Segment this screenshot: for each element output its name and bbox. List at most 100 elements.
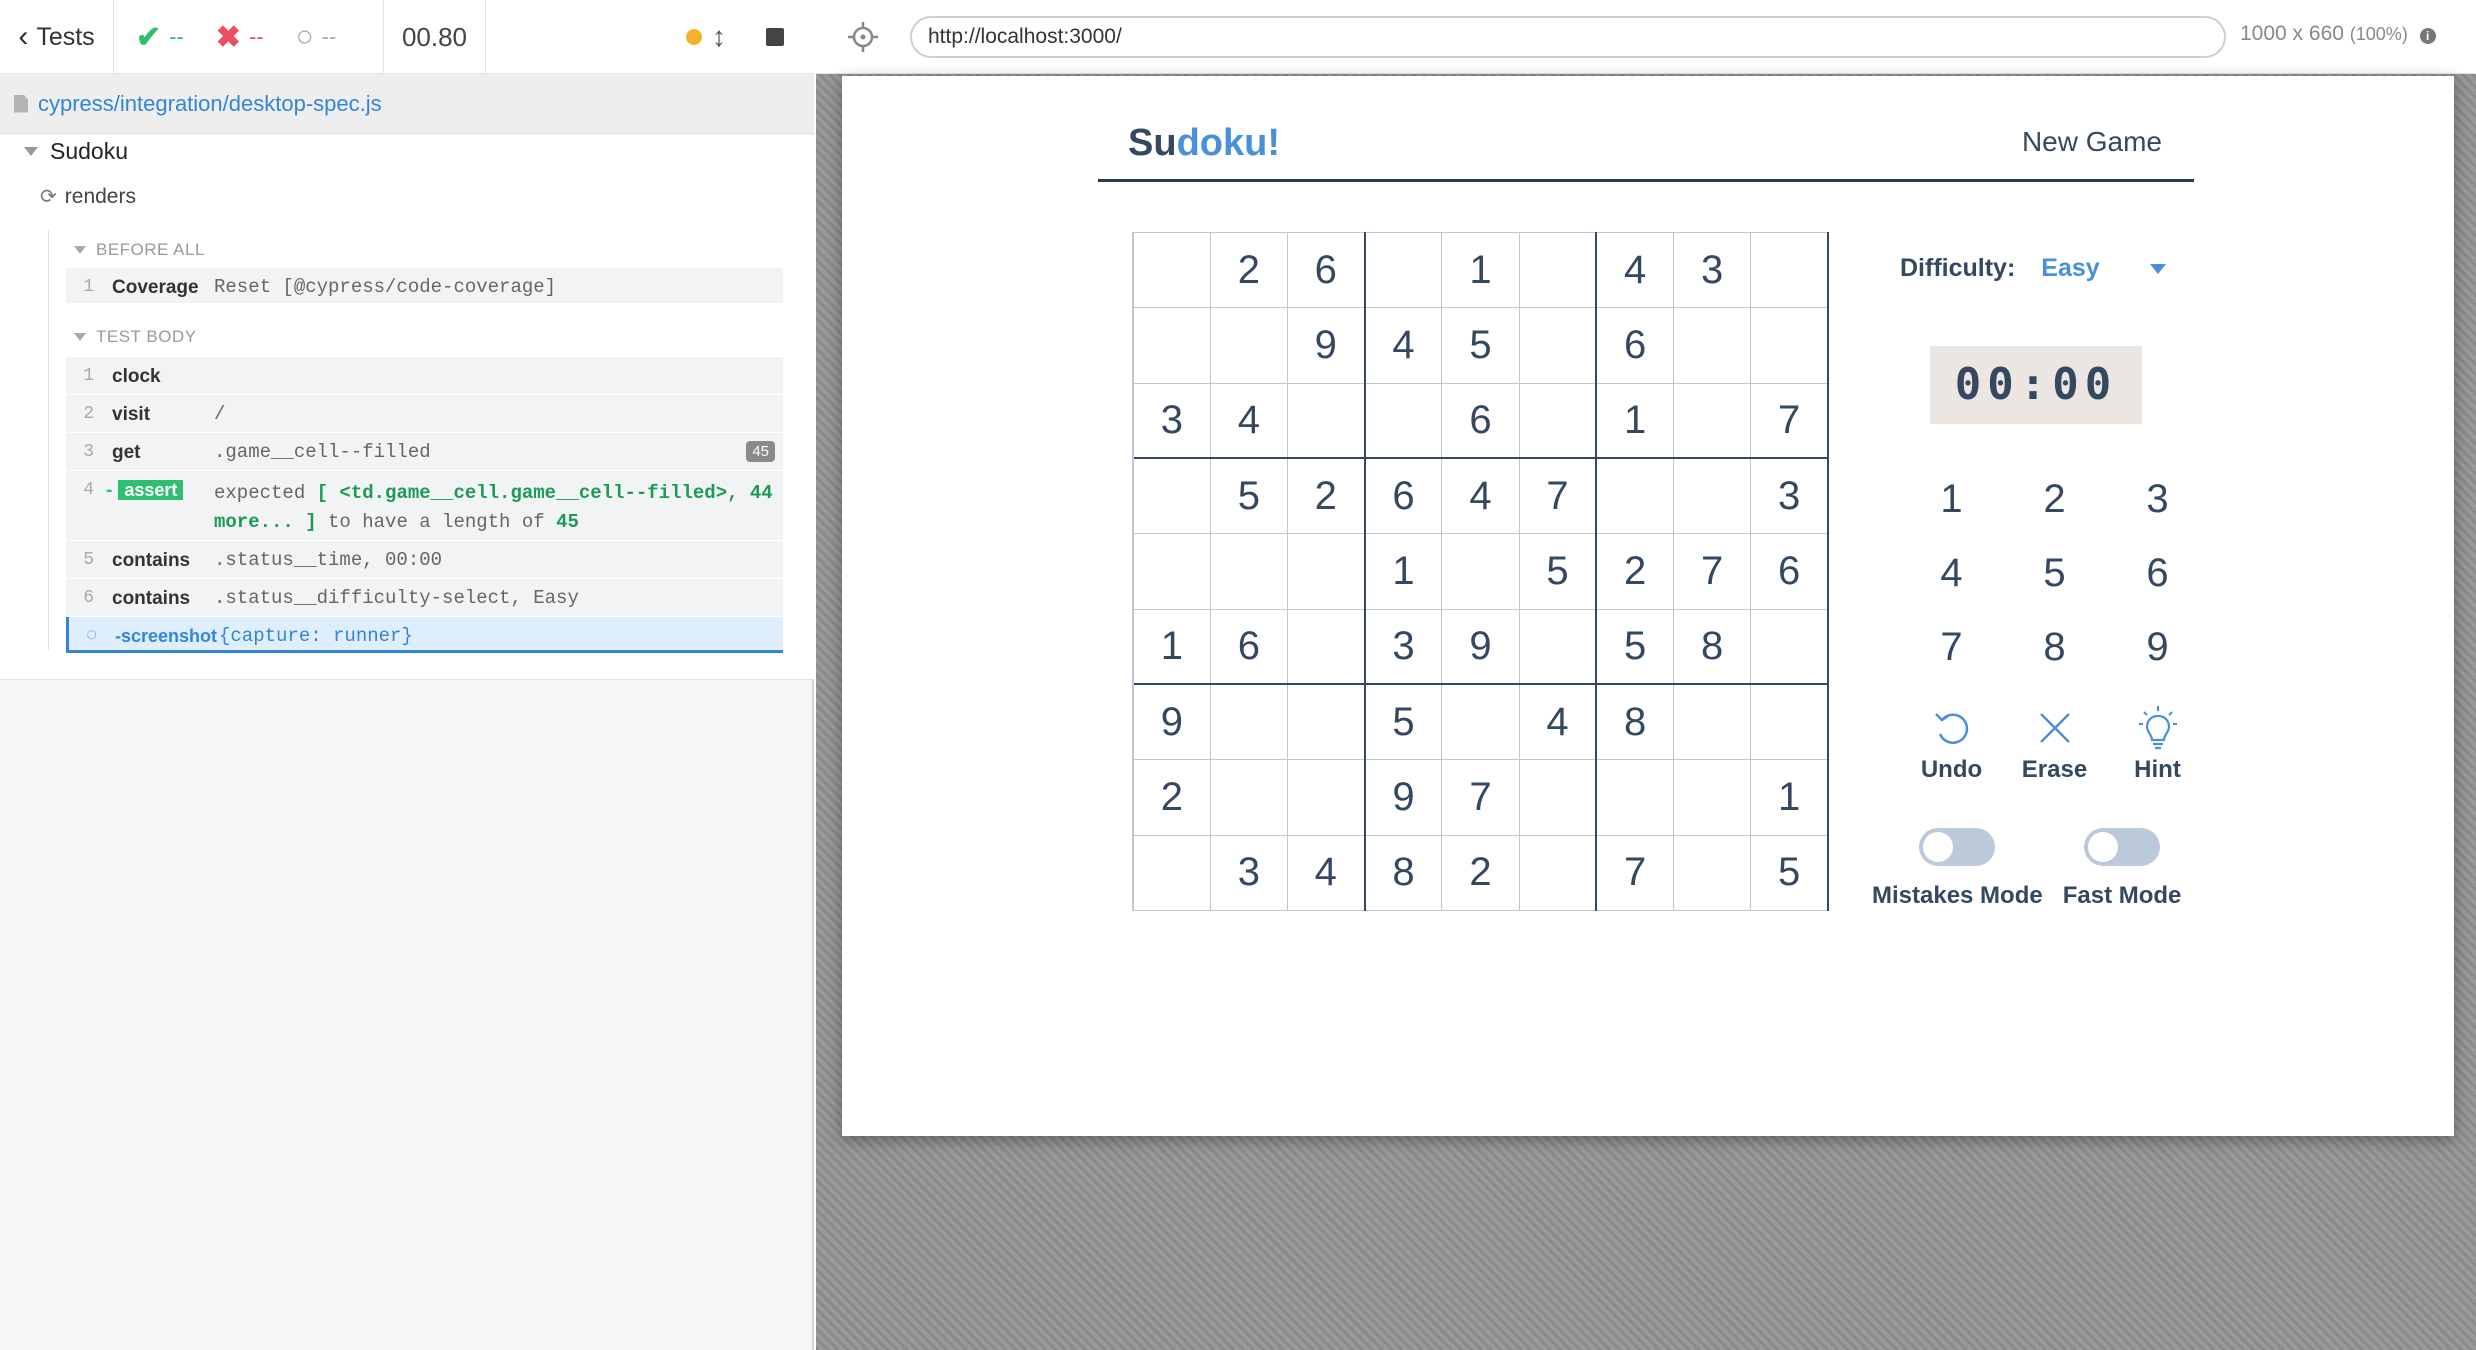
grid-cell[interactable]: 6 [1209, 608, 1288, 685]
grid-cell[interactable]: 3 [1131, 382, 1211, 459]
grid-cell[interactable] [1131, 834, 1211, 912]
hook-before-all[interactable]: BEFORE ALL [74, 240, 205, 260]
grid-cell[interactable]: 5 [1518, 533, 1597, 610]
grid-cell[interactable] [1750, 307, 1830, 384]
test-title[interactable]: ⟳ renders [40, 184, 136, 209]
grid-cell[interactable] [1673, 457, 1752, 535]
grid-cell[interactable]: 5 [1441, 307, 1520, 384]
numpad-9[interactable]: 9 [2106, 610, 2209, 684]
grid-cell[interactable] [1518, 307, 1597, 384]
fast-mode-switch[interactable] [2084, 828, 2161, 866]
grid-cell[interactable] [1131, 457, 1211, 535]
grid-cell[interactable]: 2 [1441, 834, 1520, 912]
grid-cell[interactable] [1518, 608, 1597, 685]
erase-button[interactable]: Erase [2003, 704, 2106, 784]
hint-button[interactable]: Hint [2106, 704, 2209, 784]
mistakes-mode-switch[interactable] [1919, 828, 1996, 866]
grid-cell[interactable]: 4 [1286, 834, 1366, 912]
numpad-7[interactable]: 7 [1900, 610, 2003, 684]
grid-cell[interactable] [1518, 231, 1597, 309]
url-input[interactable]: http://localhost:3000/ [910, 16, 2226, 58]
numpad-5[interactable]: 5 [2003, 536, 2106, 610]
fast-mode-toggle[interactable]: Fast Mode [2063, 828, 2181, 910]
numpad-3[interactable]: 3 [2106, 462, 2209, 536]
stop-icon[interactable] [766, 28, 784, 46]
grid-cell[interactable]: 1 [1131, 608, 1211, 685]
grid-cell[interactable] [1673, 759, 1752, 836]
grid-cell[interactable] [1286, 608, 1366, 685]
grid-cell[interactable]: 9 [1131, 683, 1211, 761]
grid-cell[interactable]: 8 [1673, 608, 1752, 685]
grid-cell[interactable] [1286, 683, 1366, 761]
numpad-8[interactable]: 8 [2003, 610, 2106, 684]
grid-cell[interactable] [1595, 457, 1675, 535]
grid-cell[interactable]: 6 [1750, 533, 1830, 610]
grid-cell[interactable] [1750, 231, 1830, 309]
grid-cell[interactable]: 6 [1363, 457, 1443, 535]
grid-cell[interactable] [1363, 231, 1443, 309]
grid-cell[interactable]: 3 [1209, 834, 1288, 912]
new-game-button[interactable]: New Game [2022, 126, 2162, 158]
grid-cell[interactable]: 6 [1595, 307, 1675, 384]
grid-cell[interactable] [1673, 834, 1752, 912]
grid-cell[interactable] [1518, 382, 1597, 459]
grid-cell[interactable] [1209, 683, 1288, 761]
grid-cell[interactable]: 7 [1595, 834, 1675, 912]
grid-cell[interactable] [1286, 759, 1366, 836]
grid-cell[interactable]: 5 [1363, 683, 1443, 761]
grid-cell[interactable] [1209, 307, 1288, 384]
command-row[interactable]: 2 visit / [66, 395, 783, 433]
info-icon[interactable]: i [2419, 28, 2436, 44]
grid-cell[interactable] [1131, 307, 1211, 384]
grid-cell[interactable]: 1 [1363, 533, 1443, 610]
grid-cell[interactable]: 1 [1441, 231, 1520, 309]
grid-cell[interactable]: 4 [1363, 307, 1443, 384]
numpad-6[interactable]: 6 [2106, 536, 2209, 610]
grid-cell[interactable]: 6 [1441, 382, 1520, 459]
grid-cell[interactable]: 4 [1518, 683, 1597, 761]
grid-cell[interactable] [1673, 683, 1752, 761]
grid-cell[interactable]: 2 [1131, 759, 1211, 836]
grid-cell[interactable]: 7 [1750, 382, 1830, 459]
grid-cell[interactable]: 3 [1673, 231, 1752, 309]
grid-cell[interactable]: 8 [1595, 683, 1675, 761]
grid-cell[interactable] [1750, 683, 1830, 761]
grid-cell[interactable] [1441, 533, 1520, 610]
grid-cell[interactable] [1286, 382, 1366, 459]
command-row[interactable]: 1 clock [66, 357, 783, 395]
grid-cell[interactable]: 5 [1209, 457, 1288, 535]
grid-cell[interactable]: 2 [1209, 231, 1288, 309]
grid-cell[interactable]: 2 [1286, 457, 1366, 535]
grid-cell[interactable]: 1 [1595, 382, 1675, 459]
command-row[interactable]: 5 contains .status__time, 00:00 [66, 541, 783, 579]
grid-cell[interactable]: 9 [1441, 608, 1520, 685]
grid-cell[interactable] [1441, 683, 1520, 761]
grid-cell[interactable] [1673, 307, 1752, 384]
grid-cell[interactable]: 2 [1595, 533, 1675, 610]
numpad-1[interactable]: 1 [1900, 462, 2003, 536]
grid-cell[interactable]: 8 [1363, 834, 1443, 912]
grid-cell[interactable]: 7 [1673, 533, 1752, 610]
grid-cell[interactable] [1518, 759, 1597, 836]
grid-cell[interactable]: 7 [1441, 759, 1520, 836]
grid-cell[interactable]: 7 [1518, 457, 1597, 535]
grid-cell[interactable] [1750, 608, 1830, 685]
numpad-4[interactable]: 4 [1900, 536, 2003, 610]
grid-cell[interactable] [1131, 533, 1211, 610]
suite-title[interactable]: Sudoku [24, 138, 128, 165]
grid-cell[interactable]: 5 [1750, 834, 1830, 912]
grid-cell[interactable] [1363, 382, 1443, 459]
grid-cell[interactable]: 5 [1595, 608, 1675, 685]
grid-cell[interactable] [1595, 759, 1675, 836]
grid-cell[interactable] [1518, 834, 1597, 912]
spec-path-link[interactable]: cypress/integration/desktop-spec.js [38, 91, 382, 117]
grid-cell[interactable]: 3 [1750, 457, 1830, 535]
auto-scroll-icon[interactable]: ↕ [712, 21, 726, 53]
grid-cell[interactable]: 4 [1595, 231, 1675, 309]
grid-cell[interactable] [1209, 759, 1288, 836]
mistakes-mode-toggle[interactable]: Mistakes Mode [1872, 828, 2043, 910]
grid-cell[interactable]: 6 [1286, 231, 1366, 309]
grid-cell[interactable]: 4 [1209, 382, 1288, 459]
difficulty-select[interactable]: Difficulty: Easy [1900, 254, 2166, 283]
grid-cell[interactable] [1286, 533, 1366, 610]
